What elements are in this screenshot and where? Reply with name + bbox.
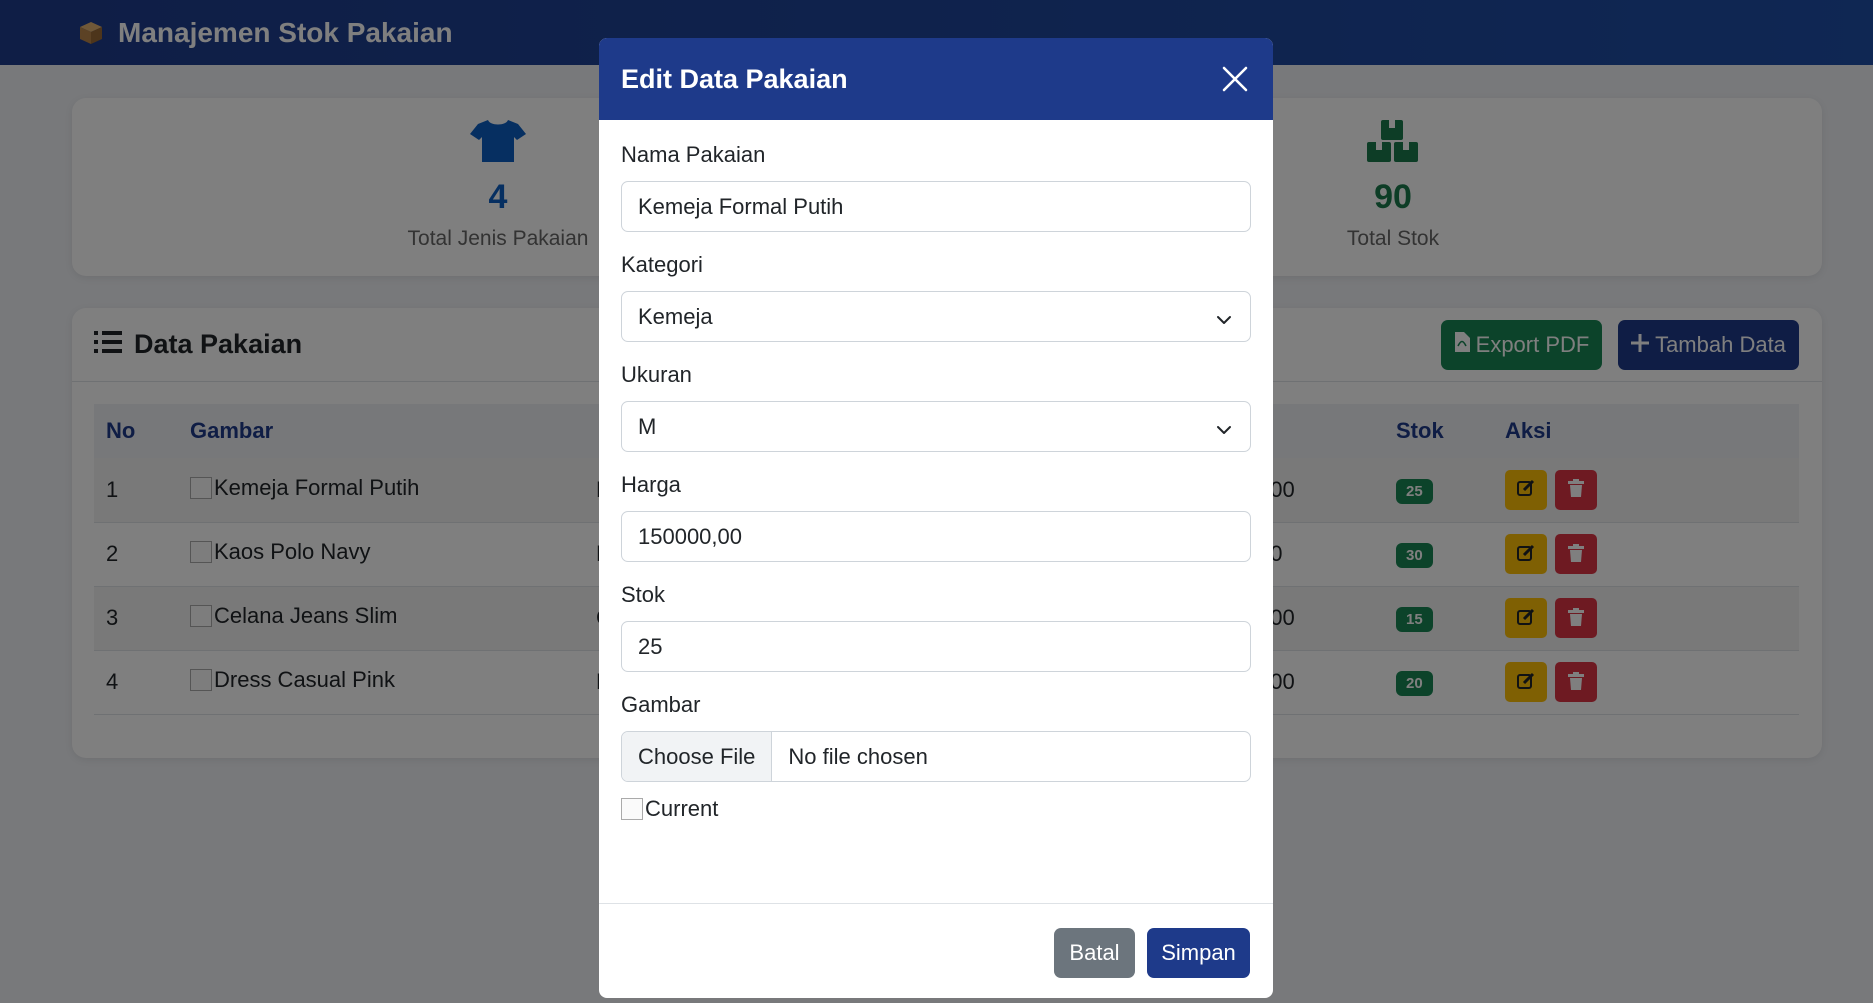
kategori-label: Kategori xyxy=(621,252,703,277)
form-group-gambar: Gambar Choose File No file chosen Curren… xyxy=(621,692,1251,825)
close-button[interactable] xyxy=(1215,59,1255,99)
close-icon xyxy=(1215,66,1255,102)
harga-label: Harga xyxy=(621,472,681,497)
file-status: No file chosen xyxy=(788,743,928,769)
nama-input[interactable]: Kemeja Formal Putih xyxy=(621,181,1251,232)
modal-header: Edit Data Pakaian xyxy=(599,38,1273,120)
choose-file-button[interactable]: Choose File xyxy=(622,732,773,781)
edit-modal: Edit Data Pakaian Nama Pakaian Kemeja Fo… xyxy=(599,38,1273,998)
current-image-alt: Current xyxy=(645,796,719,821)
modal-title: Edit Data Pakaian xyxy=(621,63,848,94)
stok-input[interactable]: 25 xyxy=(621,621,1251,672)
save-button[interactable]: Simpan xyxy=(1147,928,1250,978)
ukuran-label: Ukuran xyxy=(621,362,692,387)
modal-body: Nama Pakaian Kemeja Formal Putih Kategor… xyxy=(599,120,1273,825)
form-group-kategori: Kategori Kemeja xyxy=(621,252,1251,342)
form-group-stok: Stok 25 xyxy=(621,582,1251,672)
current-image: Current xyxy=(621,796,718,822)
chevron-down-icon xyxy=(1216,418,1232,444)
kategori-value: Kemeja xyxy=(638,303,713,329)
gambar-label: Gambar xyxy=(621,692,701,717)
stok-label: Stok xyxy=(621,582,666,607)
ukuran-value: M xyxy=(638,413,657,439)
form-group-harga: Harga 150000,00 xyxy=(621,472,1251,562)
file-input[interactable]: Choose File No file chosen xyxy=(621,731,1251,782)
modal-footer: Batal Simpan xyxy=(599,903,1273,998)
kategori-select[interactable]: Kemeja xyxy=(621,291,1251,342)
form-group-ukuran: Ukuran M xyxy=(621,362,1251,452)
harga-input[interactable]: 150000,00 xyxy=(621,511,1251,562)
cancel-button[interactable]: Batal xyxy=(1054,928,1135,978)
ukuran-select[interactable]: M xyxy=(621,401,1251,452)
broken-image-icon xyxy=(621,798,643,820)
chevron-down-icon xyxy=(1216,308,1232,334)
nama-label: Nama Pakaian xyxy=(621,142,766,167)
form-group-nama: Nama Pakaian Kemeja Formal Putih xyxy=(621,142,1251,232)
